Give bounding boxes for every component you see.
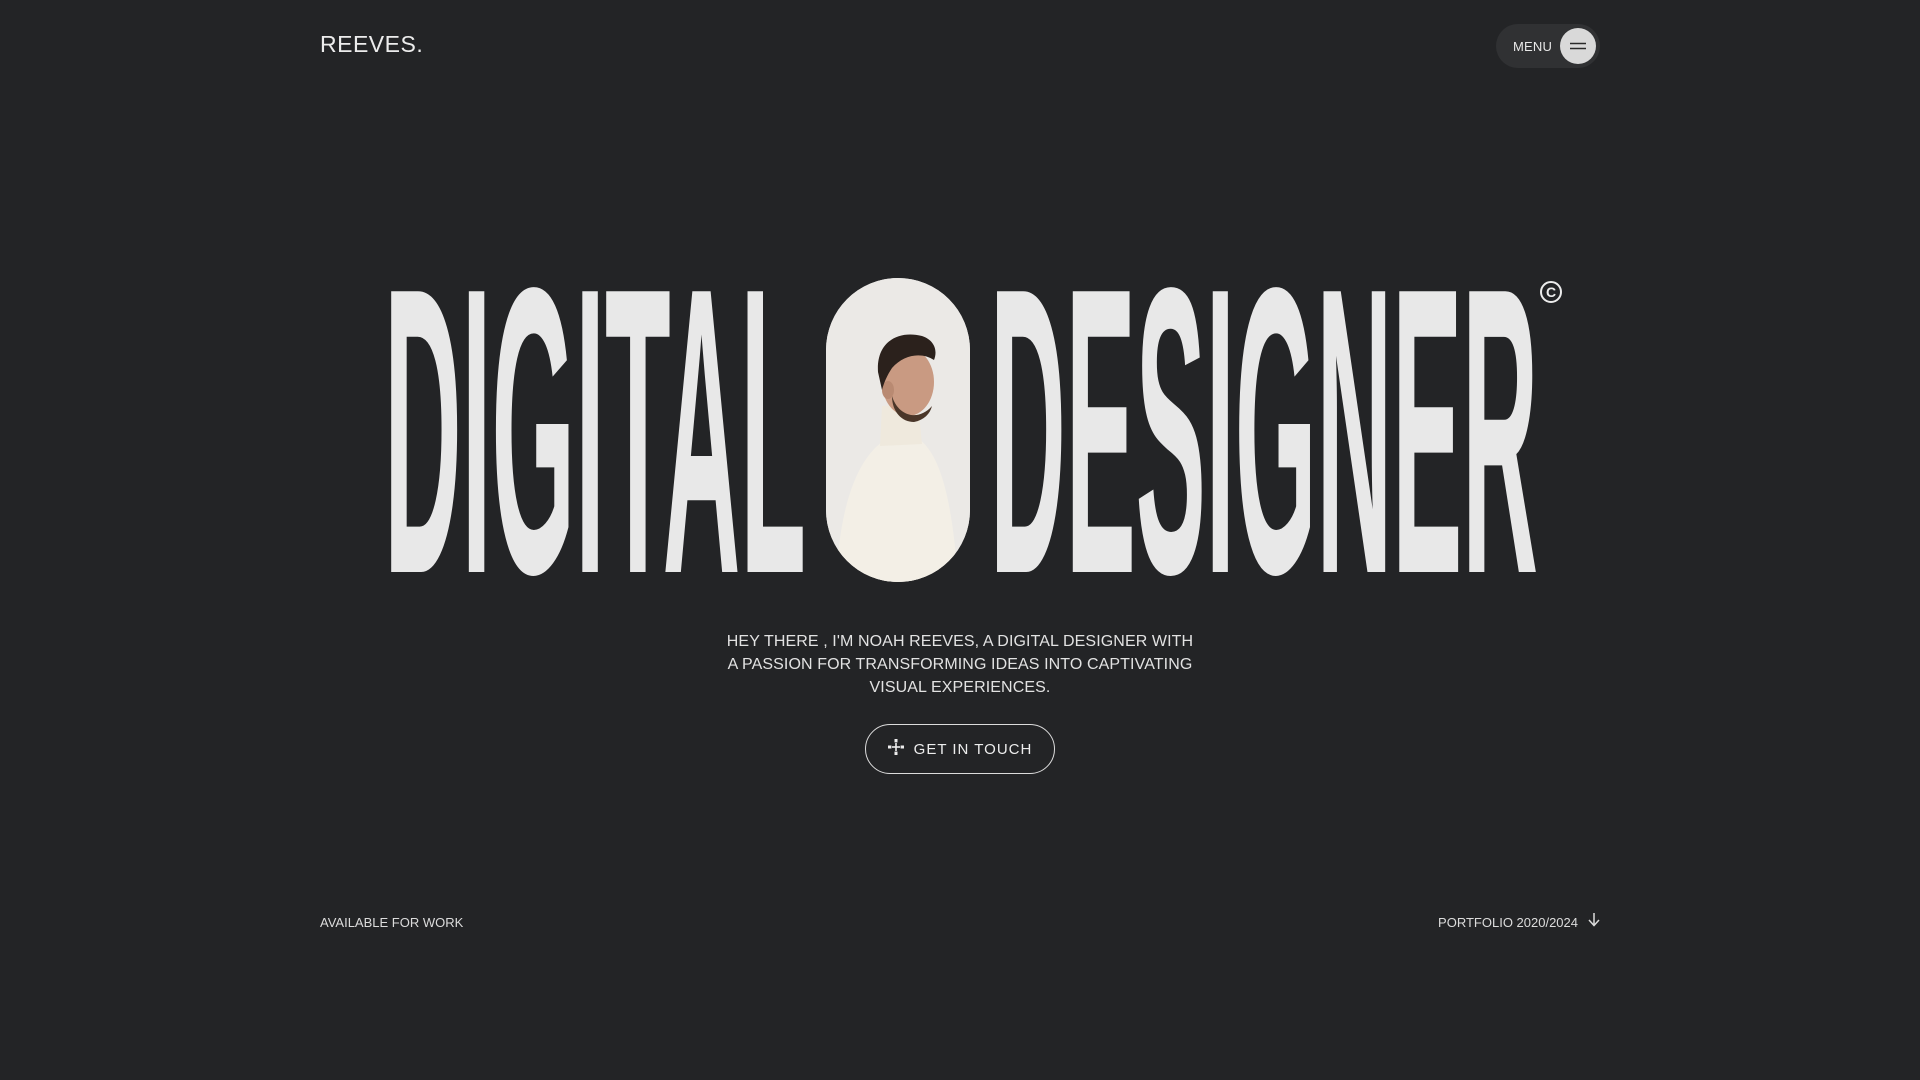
portrait-photo <box>826 278 970 582</box>
get-in-touch-button[interactable]: GET IN TOUCH <box>865 724 1055 774</box>
arrow-down-icon <box>1588 913 1600 932</box>
page: REEVES. MENU DIGITAL DESIGNER C HEY THER… <box>0 0 1920 1080</box>
hero-title-right: DESIGNER <box>990 270 1538 590</box>
portfolio-label: PORTFOLIO 2020/2024 <box>1438 915 1578 930</box>
availability-status: AVAILABLE FOR WORK <box>320 915 464 930</box>
menu-label: MENU <box>1513 38 1553 54</box>
hamburger-icon <box>1560 28 1596 64</box>
intro-text: HEY THERE , I'M NOAH REEVES, A DIGITAL D… <box>726 633 1194 696</box>
copyright-icon: C <box>1540 281 1562 303</box>
hero-title-left: DIGITAL <box>384 270 806 590</box>
menu-button[interactable]: MENU <box>1496 24 1600 68</box>
site-logo[interactable]: REEVES. <box>320 31 423 58</box>
sparkle-icon <box>887 738 904 760</box>
portfolio-link[interactable]: PORTFOLIO 2020/2024 <box>1438 913 1600 932</box>
cta-label: GET IN TOUCH <box>913 740 1033 758</box>
